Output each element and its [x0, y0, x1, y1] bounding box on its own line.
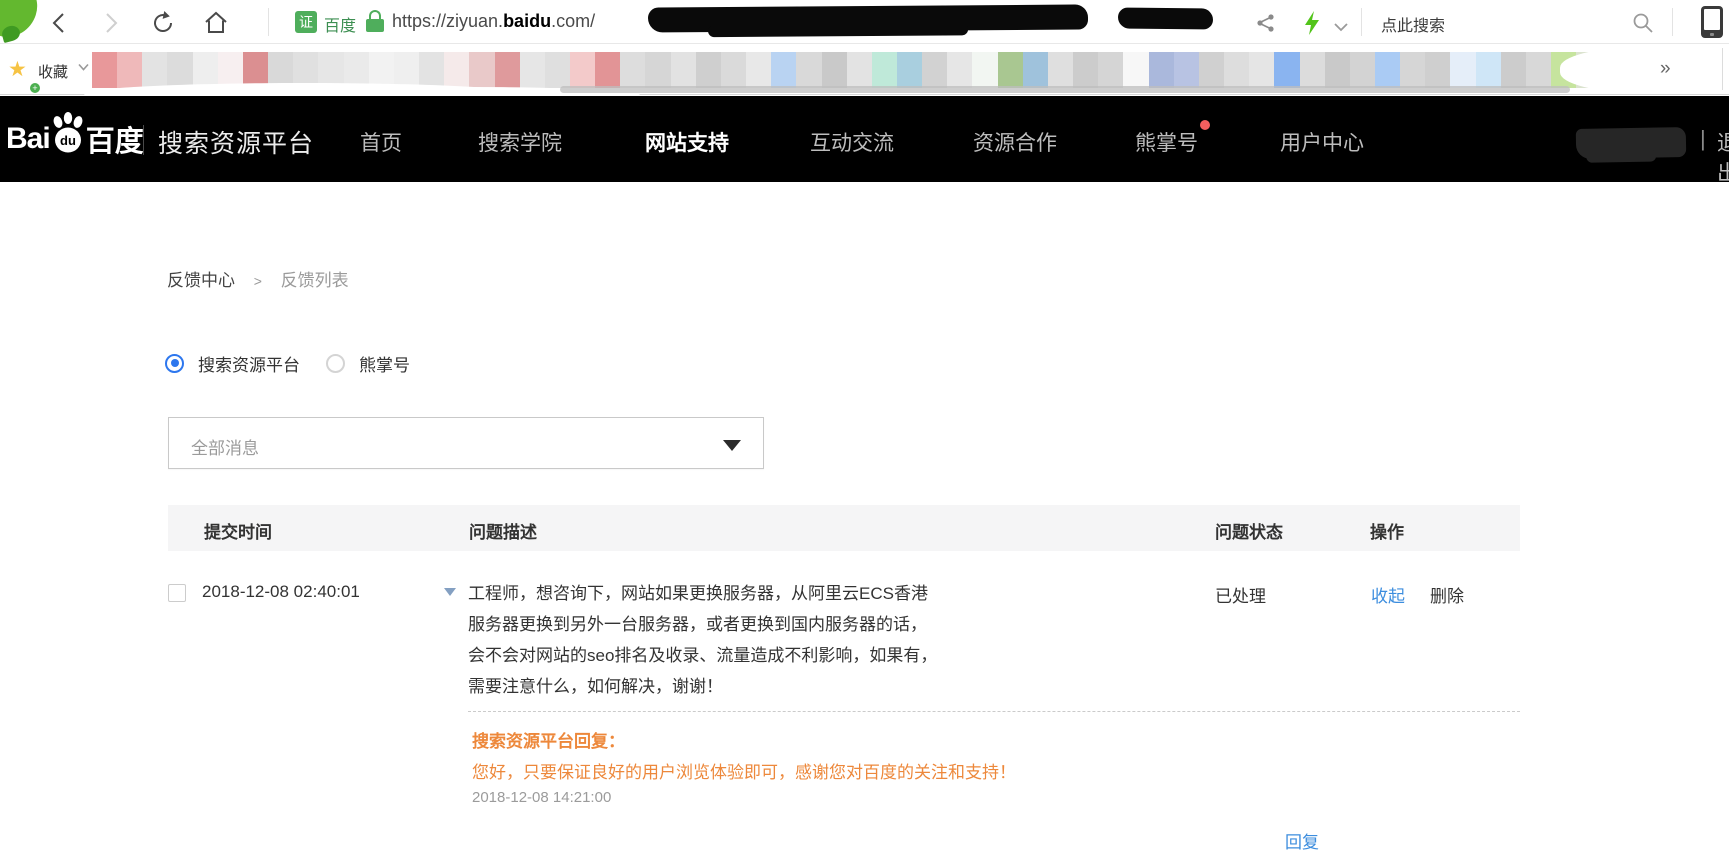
breadcrumb-feedback-center[interactable]: 反馈中心 [167, 271, 235, 290]
nav-item-xiongzhang[interactable]: 熊掌号 [1135, 127, 1198, 157]
refresh-icon[interactable] [150, 10, 176, 36]
site-name-label: 百度 [324, 12, 356, 36]
browser-toolbar: 证 百度 https://ziyuan.baidu.com/ 点此搜索 [0, 0, 1729, 44]
source-filter: 搜索资源平台 熊掌号 [165, 352, 410, 374]
baidu-paw-icon: du [48, 111, 88, 157]
question-line: 需要注意什么，如何解决，谢谢！ [468, 671, 1048, 702]
site-navbar: Bai du 百度 搜索资源平台 首页 搜索学院 网站支持 互动交流 资源合作 … [0, 96, 1729, 182]
nav-item-interaction[interactable]: 互动交流 [810, 127, 894, 157]
radio-platform[interactable] [165, 354, 184, 373]
forward-icon[interactable] [98, 10, 124, 36]
url-redaction-scribble-2 [1118, 8, 1213, 30]
blur-overlay [1560, 47, 1729, 93]
toolbar-divider [1672, 8, 1673, 36]
header-action: 操作 [1370, 518, 1404, 543]
share-icon[interactable] [1253, 10, 1279, 36]
collapse-link[interactable]: 收起 [1371, 582, 1405, 607]
toolbar-divider [268, 8, 269, 36]
favorites-star-icon[interactable]: ★+ [8, 57, 27, 82]
blur-overlay [560, 86, 1570, 93]
speed-lightning-icon[interactable] [1299, 10, 1325, 36]
notification-dot [1200, 120, 1210, 130]
toolbar-divider [1361, 8, 1362, 36]
reply-timestamp: 2018-12-08 14:21:00 [472, 789, 611, 806]
home-icon[interactable] [203, 10, 229, 36]
radio-platform-label[interactable]: 搜索资源平台 [198, 351, 300, 376]
status-badge: 已处理 [1215, 582, 1266, 607]
header-description: 问题描述 [469, 518, 537, 543]
logout-link-partial[interactable]: 退出 [1717, 127, 1729, 187]
nav-item-user-center[interactable]: 用户中心 [1280, 127, 1364, 157]
toolbar-search-input[interactable]: 点此搜索 [1381, 12, 1445, 36]
favorites-chevron-icon[interactable] [78, 63, 88, 73]
logo-latin-text: Bai [6, 122, 50, 156]
nav-item-home[interactable]: 首页 [360, 127, 402, 157]
platform-name: 搜索资源平台 [158, 124, 314, 160]
svg-text:du: du [60, 133, 76, 148]
bookmarks-bar: ★+ 收藏 » [0, 45, 1729, 95]
browser-window: 证 百度 https://ziyuan.baidu.com/ 点此搜索 ★+ 收… [0, 0, 1729, 863]
user-divider: | [1700, 126, 1706, 152]
row-checkbox[interactable] [168, 584, 186, 602]
nav-item-label: 熊掌号 [1135, 132, 1198, 155]
favorites-label[interactable]: 收藏 [38, 61, 68, 82]
nav-item-site-support[interactable]: 网站支持 [645, 127, 729, 157]
reply-text: 您好，只要保证良好的用户浏览体验即可，感谢您对百度的关注和支持！ [472, 758, 1016, 783]
reply-divider [468, 711, 1520, 712]
collapse-caret-icon[interactable] [444, 588, 456, 596]
feedback-table-header: 提交时间 问题描述 问题状态 操作 [168, 505, 1520, 551]
brand-divider [143, 125, 144, 155]
search-icon[interactable] [1630, 10, 1656, 36]
baidu-logo[interactable]: Bai du 百度 [6, 96, 144, 182]
header-submit-time: 提交时间 [204, 518, 272, 543]
https-lock-icon[interactable] [366, 10, 384, 34]
question-line: 服务器更换到另外一台服务器，或者更换到国内服务器的话， [468, 609, 1048, 640]
row-submit-time: 2018-12-08 02:40:01 [202, 582, 360, 602]
mobile-view-icon[interactable] [1701, 6, 1723, 38]
url-suffix: .com/ [551, 11, 595, 31]
breadcrumb: 反馈中心 > 反馈列表 [167, 266, 349, 291]
username-redaction [1576, 127, 1687, 159]
address-bar[interactable]: https://ziyuan.baidu.com/ [392, 11, 595, 32]
bookmarks-overflow-icon[interactable]: » [1660, 58, 1671, 80]
message-filter-dropdown[interactable]: 全部消息 [168, 417, 764, 469]
question-line: 工程师，想咨询下，网站如果更换服务器，从阿里云ECS香港 [468, 578, 1048, 609]
radio-xiongzhang-label[interactable]: 熊掌号 [359, 351, 410, 376]
breadcrumb-separator-icon: > [254, 273, 262, 289]
breadcrumb-feedback-list: 反馈列表 [281, 271, 349, 290]
add-favorite-icon: + [30, 83, 40, 93]
logo-cn-text: 百度 [86, 118, 144, 160]
radio-xiongzhang[interactable] [326, 354, 345, 373]
reply-link[interactable]: 回复 [1285, 828, 1319, 853]
delete-link[interactable]: 删除 [1430, 582, 1464, 607]
question-line: 会不会对网站的seo排名及收录、流量造成不利影响，如果有， [468, 640, 1048, 671]
chevron-down-icon[interactable] [1328, 14, 1354, 40]
dropdown-selected-value: 全部消息 [191, 434, 259, 459]
nav-item-academy[interactable]: 搜索学院 [478, 127, 562, 157]
url-prefix: https://ziyuan. [392, 11, 503, 31]
url-domain: baidu [503, 11, 551, 31]
reply-label: 搜索资源平台回复： [472, 727, 625, 752]
dropdown-caret-icon [723, 440, 741, 451]
back-icon[interactable] [46, 10, 72, 36]
question-text: 工程师，想咨询下，网站如果更换服务器，从阿里云ECS香港 服务器更换到另外一台服… [468, 578, 1048, 702]
header-status: 问题状态 [1215, 518, 1283, 543]
bookmarks-divider [1722, 48, 1723, 90]
url-redaction-scribble [648, 4, 1088, 32]
nav-item-cooperation[interactable]: 资源合作 [973, 127, 1057, 157]
site-certificate-badge[interactable]: 证 [295, 11, 317, 33]
